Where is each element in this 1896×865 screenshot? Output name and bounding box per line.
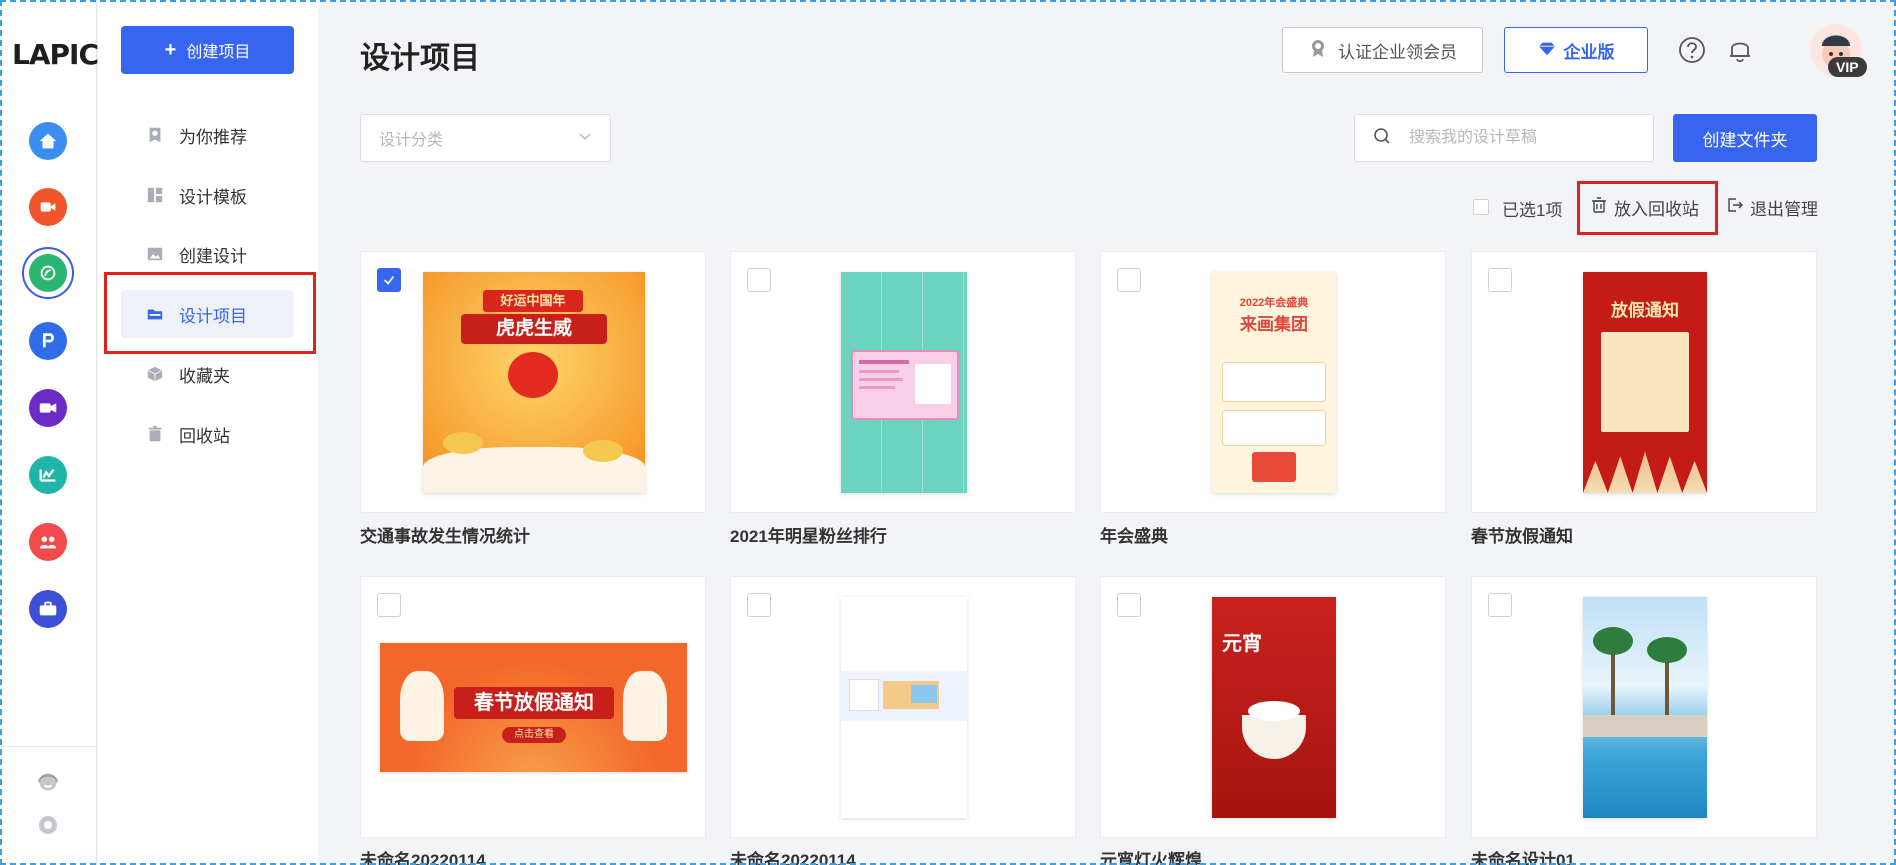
p-app-icon[interactable] [29,322,67,360]
rail-divider [0,746,97,747]
dumplings [1248,701,1300,721]
card-checkbox[interactable] [747,593,771,617]
trash-icon [1590,196,1608,219]
search-icon [1373,127,1391,150]
bowl [1242,715,1306,759]
design-card[interactable]: 元宵 [1100,576,1446,838]
chart-panel [851,350,959,420]
kid-figure [400,671,444,741]
move-to-trash-button[interactable]: 放入回收站 [1590,195,1699,220]
exit-icon [1726,196,1744,219]
create-project-button[interactable]: + 创建项目 [121,26,294,74]
exit-manage-button[interactable]: 退出管理 [1726,195,1818,220]
menu-item-templates[interactable]: 设计模板 [121,171,294,219]
card-title: 元宵灯火辉煌 [1100,851,1202,865]
search-box [1354,114,1654,162]
gold-ingot [583,440,623,462]
card-checkbox[interactable] [377,268,401,292]
menu-item-design-projects[interactable]: 设计项目 [121,290,294,338]
menu-item-recommend[interactable]: 为你推荐 [121,111,294,159]
card-title: 春节放假通知 [1471,527,1573,546]
badge-icon [1308,38,1328,63]
card-title: 未命名设计01 [1471,851,1575,865]
design-card[interactable] [730,251,1076,513]
card-thumbnail [841,597,967,818]
help-icon[interactable] [1678,36,1706,64]
card-checkbox[interactable] [1117,268,1141,292]
category-select[interactable]: 设计分类 [360,114,611,162]
app-rail: LAPIC [0,0,99,865]
recommend-icon [145,125,165,145]
card-thumbnail [1583,597,1707,818]
folder-icon [145,304,165,324]
card-title: 2021年明星粉丝排行 [730,527,887,546]
page-title: 设计项目 [360,42,480,75]
app-logo: LAPIC [12,38,99,71]
card-thumbnail: 2022年会盛典 来画集团 [1212,272,1336,493]
bell-icon[interactable] [1727,36,1753,64]
card-title: 未命名20220114 [730,851,856,865]
chevron-down-icon [578,129,592,148]
vip-badge: VIP [1828,57,1867,77]
side-menu: + 创建项目 为你推荐 设计模板 创建设计 设计项目 收藏夹 回收站 [98,0,318,865]
card-checkbox[interactable] [747,268,771,292]
briefcase-icon[interactable] [29,590,67,628]
design-card[interactable]: 春节放假通知 点击查看 [360,576,706,838]
design-card[interactable]: 放假通知 [1471,251,1817,513]
card-checkbox[interactable] [1117,593,1141,617]
lounge-chairs [1583,715,1707,737]
menu-item-favorites[interactable]: 收藏夹 [121,350,294,398]
card-thumbnail: 春节放假通知 点击查看 [380,643,687,772]
kid-figure [623,671,667,741]
card-title: 年会盛典 [1100,527,1168,546]
card-title: 交通事故发生情况统计 [360,527,530,546]
certify-enterprise-button[interactable]: 认证企业领会员 [1282,27,1483,73]
card-thumbnail: 放假通知 [1583,272,1707,493]
card-checkbox[interactable] [1488,268,1512,292]
enterprise-edition-button[interactable]: 企业版 [1504,27,1648,73]
card-thumbnail: 好运中国年 虎虎生威 [423,272,645,493]
menu-item-create-design[interactable]: 创建设计 [121,230,294,278]
team-icon[interactable] [29,523,67,561]
design-card[interactable]: 2022年会盛典 来画集团 [1100,251,1446,513]
template-icon [145,185,165,205]
card-thumbnail [841,272,967,493]
plus-icon: + [164,38,177,61]
design-card[interactable] [730,576,1076,838]
box-icon [145,364,165,384]
card-thumbnail: 元宵 [1212,597,1336,818]
lantern [508,352,558,398]
leaf-app-icon[interactable] [29,254,67,292]
trash-icon [145,424,165,444]
selected-count: 已选1项 [1502,201,1563,220]
menu-item-recycle-bin[interactable]: 回收站 [121,410,294,458]
card-checkbox[interactable] [1488,593,1512,617]
video-record-icon[interactable] [29,188,67,226]
chart-app-icon[interactable] [29,456,67,494]
fan-decoration [1583,451,1707,493]
camera-icon[interactable] [29,389,67,427]
customer-service-icon[interactable] [34,768,62,796]
image-icon [145,244,165,264]
create-folder-button[interactable]: 创建文件夹 [1673,114,1817,162]
design-card[interactable]: 好运中国年 虎虎生威 [360,251,706,513]
select-all-checkbox[interactable] [1473,199,1489,215]
search-input[interactable] [1409,129,1629,147]
card-checkbox[interactable] [377,593,401,617]
card-title: 未命名20220114 [360,851,486,865]
settings-icon[interactable] [34,811,62,839]
palm-tree [1647,637,1687,717]
diamond-icon [1538,39,1556,62]
palm-tree [1593,627,1633,717]
home-icon[interactable] [29,122,67,160]
notice-paper [1601,332,1689,432]
design-card[interactable] [1471,576,1817,838]
gold-ingot [443,432,483,454]
gift-box [1252,452,1296,482]
